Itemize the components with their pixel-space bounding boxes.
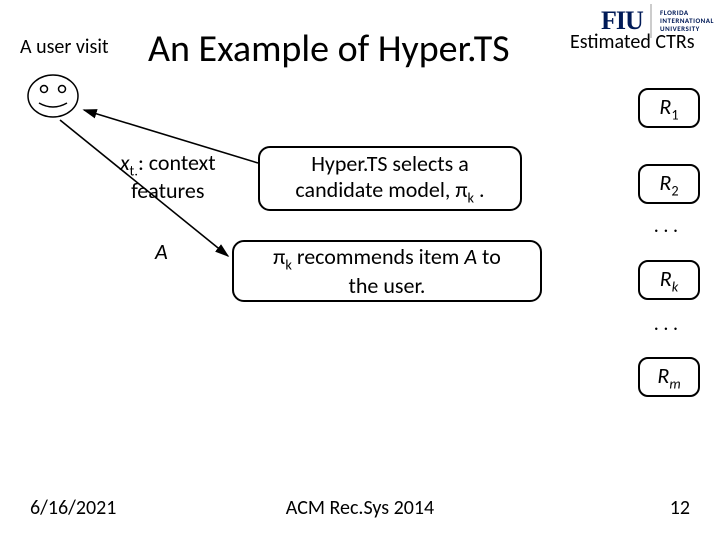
smiley-icon xyxy=(26,73,80,119)
r1-box: R1 xyxy=(638,88,700,128)
ellipsis-1: . . . xyxy=(654,214,678,238)
slide-title: An Example of Hyper.TS xyxy=(148,26,510,72)
ellipsis-2: . . . xyxy=(654,312,678,336)
estimated-ctrs-label: Estimated CTRs xyxy=(570,30,695,54)
rk-box: Rk xyxy=(638,260,700,300)
footer-venue: ACM Rec.Sys 2014 xyxy=(0,496,720,520)
hyperts-select-box: Hyper.TS selects a candidate model, πk . xyxy=(258,146,522,211)
recommend-box: πk recommends item A to the user. xyxy=(232,240,542,302)
page-number: 12 xyxy=(670,496,690,520)
rm-box: Rm xyxy=(638,357,700,397)
context-features-label: xt.: context features xyxy=(120,151,216,203)
r2-box: R2 xyxy=(638,164,700,204)
item-a-label: A xyxy=(155,238,168,265)
user-visit-label: A user visit xyxy=(20,35,109,59)
slide: FIU FLORIDA INTERNATIONAL UNIVERSITY A u… xyxy=(0,0,720,540)
